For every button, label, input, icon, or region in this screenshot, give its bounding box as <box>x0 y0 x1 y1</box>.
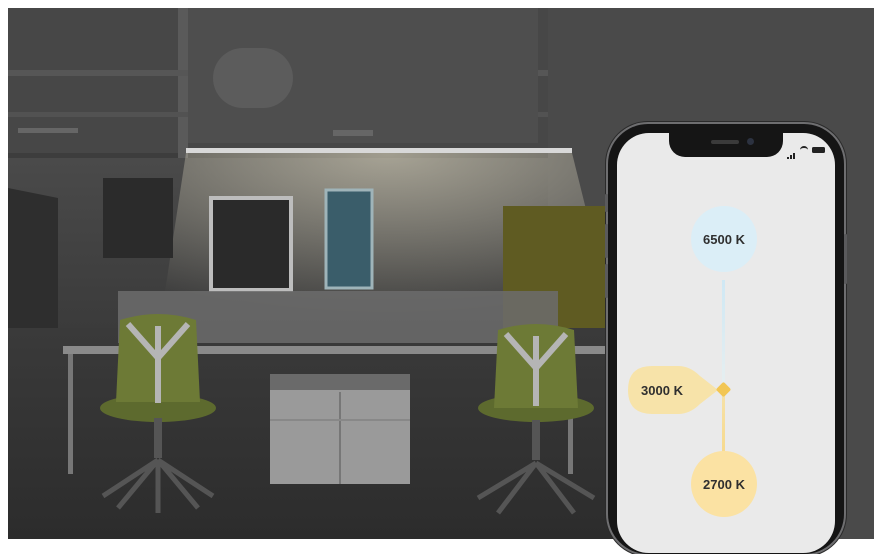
status-bar <box>787 141 825 159</box>
cool-temp-preset[interactable]: 6500 K <box>691 206 757 272</box>
phone-screen: 6500 K 3000 K 2700 K <box>617 133 835 553</box>
warm-temp-preset[interactable]: 2700 K <box>691 451 757 517</box>
phone-notch <box>669 133 783 157</box>
earpiece-speaker <box>711 140 739 144</box>
mute-switch <box>605 194 608 212</box>
wifi-icon <box>800 146 808 154</box>
signal-icon <box>787 141 796 159</box>
power-button <box>844 234 847 284</box>
warm-temp-label: 2700 K <box>703 476 745 492</box>
cool-temp-label: 6500 K <box>703 231 745 247</box>
front-camera <box>747 138 754 145</box>
volume-up-button <box>605 224 608 258</box>
page-frame: 6500 K 3000 K 2700 K <box>0 0 882 554</box>
color-temp-track-warm <box>722 388 725 458</box>
color-temp-track-cool <box>722 280 725 390</box>
current-temp-label: 3000 K <box>641 382 683 398</box>
smartphone: 6500 K 3000 K 2700 K <box>605 124 847 554</box>
battery-icon <box>812 147 825 153</box>
volume-down-button <box>605 264 608 298</box>
